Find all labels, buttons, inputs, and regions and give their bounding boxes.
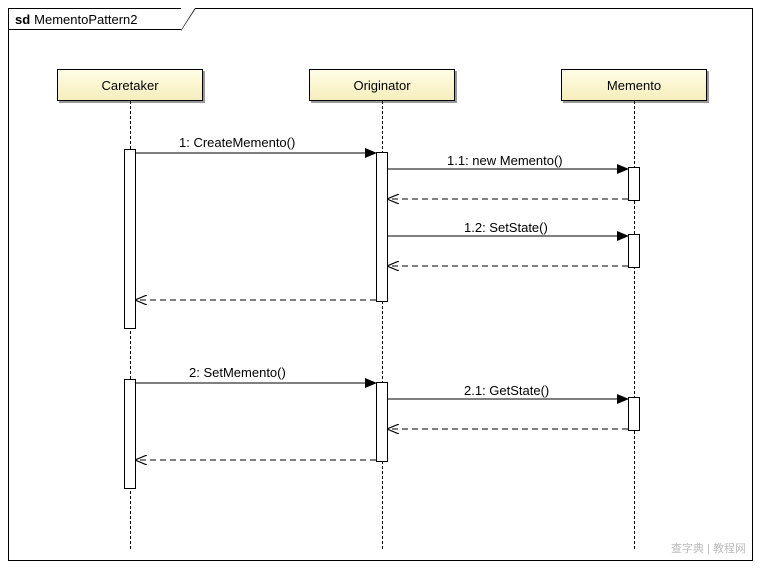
activation-originator-1 <box>376 152 388 302</box>
frame-title: sd MementoPattern2 <box>8 8 182 30</box>
sequence-frame: sd MementoPattern2 Caretaker Originator … <box>8 8 753 561</box>
participant-caretaker: Caretaker <box>57 69 203 101</box>
activation-caretaker-1 <box>124 149 136 329</box>
frame-prefix: sd <box>15 12 30 27</box>
frame-name: MementoPattern2 <box>34 12 137 27</box>
msg-set-memento: 2: SetMemento() <box>189 365 286 380</box>
msg-new-memento: 1.1: new Memento() <box>447 153 563 168</box>
msg-get-state: 2.1: GetState() <box>464 383 549 398</box>
participant-label: Originator <box>353 78 410 93</box>
activation-originator-2 <box>376 382 388 462</box>
msg-create-memento: 1: CreateMemento() <box>179 135 295 150</box>
activation-memento-2 <box>628 234 640 268</box>
participant-originator: Originator <box>309 69 455 101</box>
participant-memento: Memento <box>561 69 707 101</box>
participant-label: Caretaker <box>101 78 158 93</box>
watermark-text: 查字典 | 教程网 <box>671 540 746 556</box>
msg-set-state: 1.2: SetState() <box>464 220 548 235</box>
participant-label: Memento <box>607 78 661 93</box>
activation-caretaker-2 <box>124 379 136 489</box>
activation-memento-3 <box>628 397 640 431</box>
activation-memento-1 <box>628 167 640 201</box>
